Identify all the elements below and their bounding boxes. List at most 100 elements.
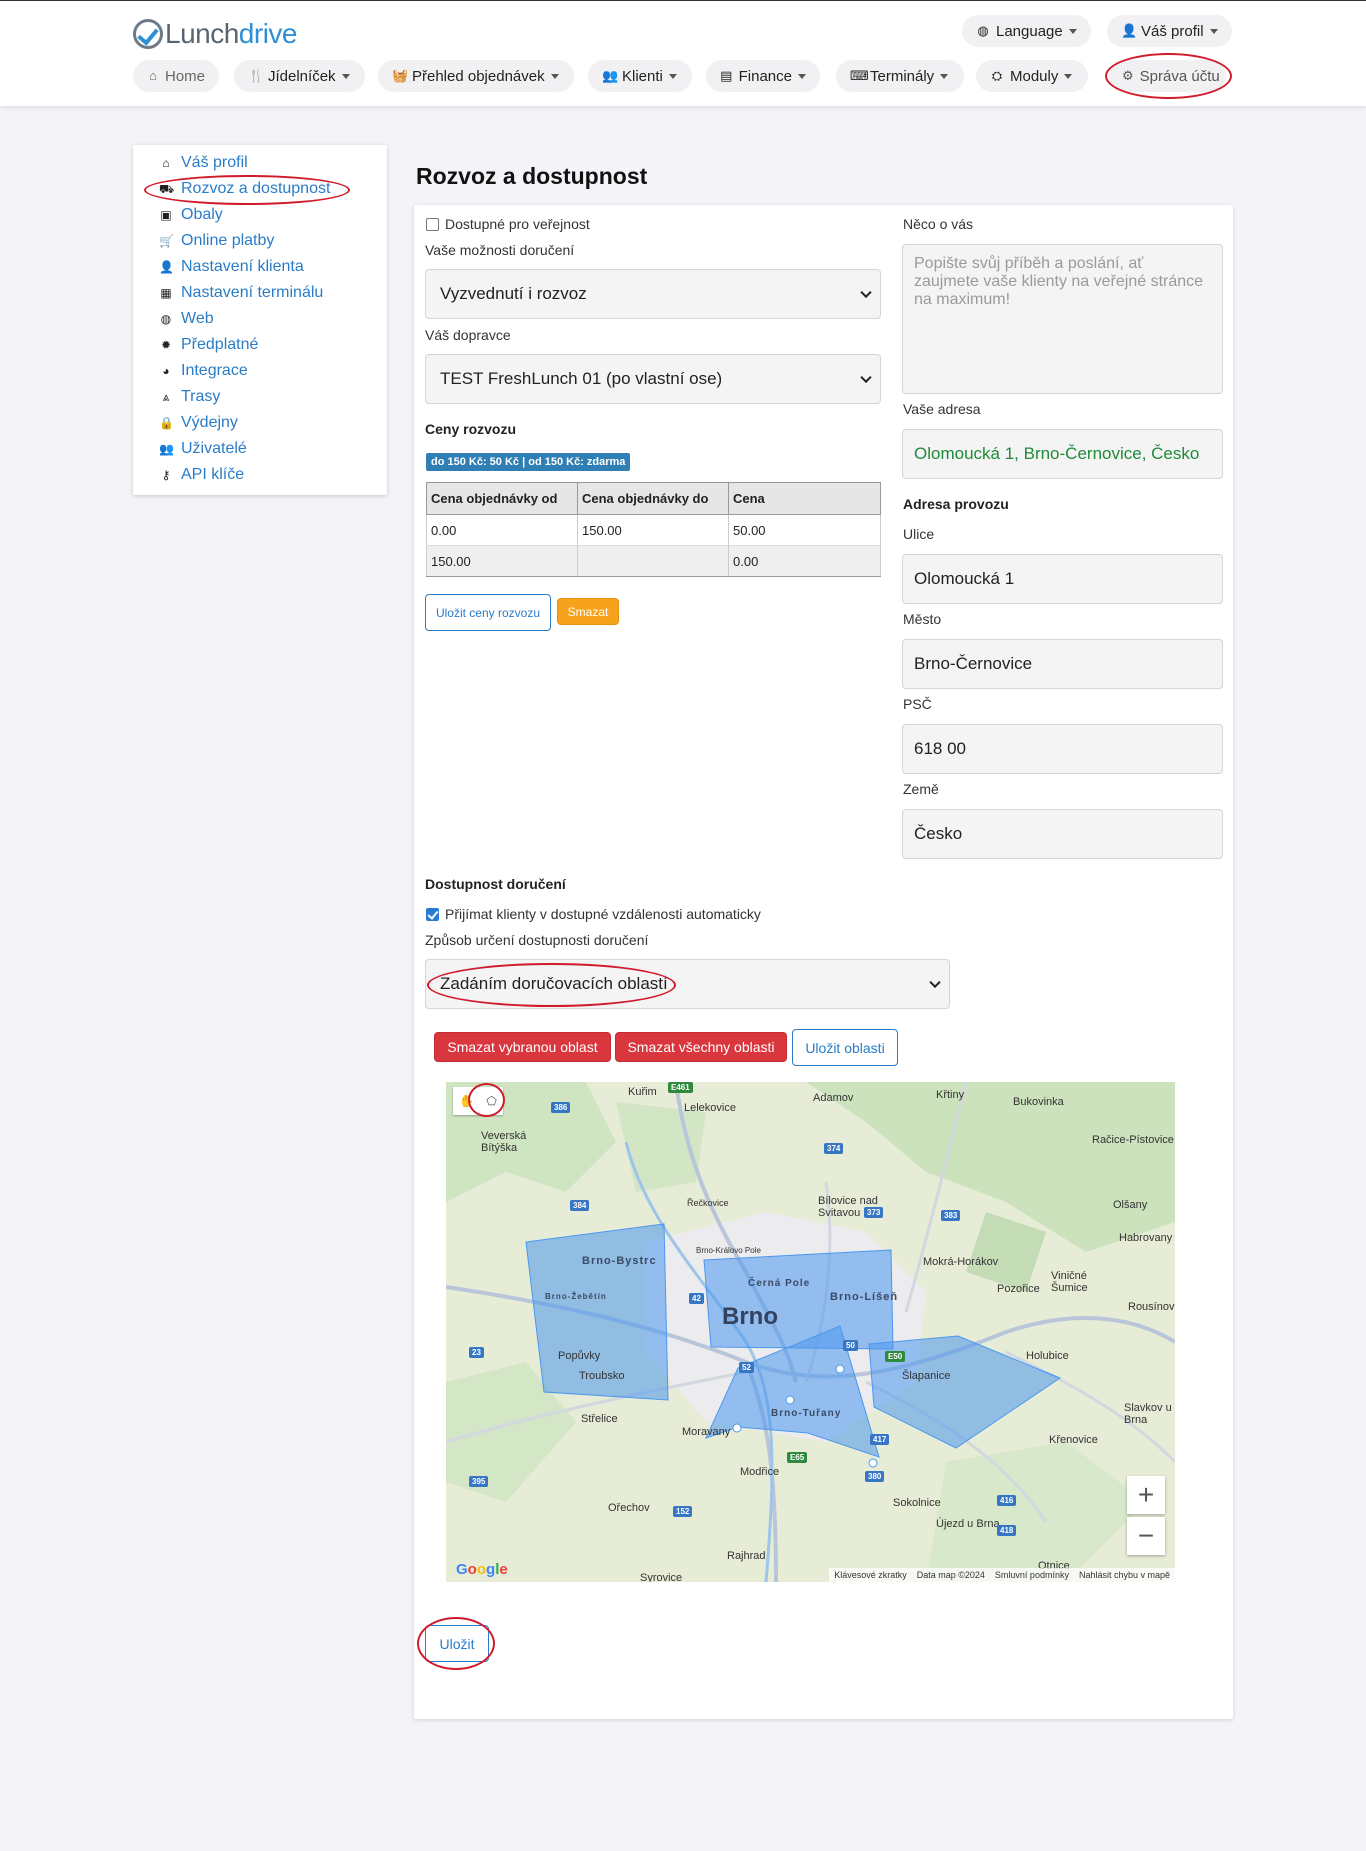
auto-accept-checkbox[interactable] — [426, 908, 439, 921]
save-button[interactable]: Uložit — [425, 1625, 489, 1662]
zip-input[interactable]: 618 00 — [902, 724, 1223, 774]
keyboard-shortcuts-link[interactable]: Klávesové zkratky — [834, 1570, 907, 1580]
nav-modules[interactable]: ⛭ Moduly — [976, 60, 1088, 92]
table-cell[interactable]: 50.00 — [728, 514, 881, 546]
table-row[interactable]: 0.00 150.00 50.00 — [426, 514, 881, 546]
sidebar-item-web[interactable]: ◍ Web — [159, 309, 214, 329]
sidebar-item-routes[interactable]: ⩓ Trasy — [159, 387, 221, 407]
sidebar-item-label: Nastavení klienta — [181, 258, 304, 275]
map-label: Brno-Líšeň — [830, 1291, 899, 1303]
delivery-options-select[interactable]: Vyzvednutí i rozvoz — [425, 269, 881, 319]
nav-finance[interactable]: ▤ Finance — [706, 60, 820, 92]
table-cell[interactable]: 0.00 — [728, 545, 881, 577]
carrier-value: TEST FreshLunch 01 (po vlastní ose) — [440, 369, 723, 388]
profile-dropdown[interactable]: 👤 Váš profil — [1107, 15, 1232, 47]
table-cell[interactable]: 0.00 — [426, 514, 578, 546]
road-sign: 416 — [997, 1495, 1017, 1506]
about-textarea[interactable]: Popište svůj příběh a poslání, ať zaujme… — [902, 244, 1223, 394]
sidebar-item-subscription[interactable]: ✹ Předplatné — [159, 335, 258, 355]
settings-sidebar: ⌂ Váš profil ⛟ Rozvoz a dostupnost ▣ Obaly … — [133, 145, 387, 495]
street-input[interactable]: Olomoucká 1 — [902, 554, 1223, 604]
sidebar-item-label: Výdejny — [181, 414, 238, 431]
gear-icon: ⚙ — [1122, 68, 1134, 83]
sidebar-item-client-settings[interactable]: 👤 Nastavení klienta — [159, 257, 304, 277]
polygon-draw-icon[interactable]: ⬠ — [486, 1094, 496, 1108]
city-input[interactable]: Brno-Černovice — [902, 639, 1223, 689]
globe-icon: ◍ — [160, 312, 172, 326]
terms-link[interactable]: Smluvní podmínky — [995, 1570, 1069, 1580]
country-input[interactable]: Česko — [902, 809, 1223, 859]
language-dropdown[interactable]: ◍ Language — [962, 15, 1091, 47]
table-cell[interactable] — [577, 545, 729, 577]
map-label: Adamov — [813, 1092, 854, 1104]
nav-terminals[interactable]: ⌨ Terminály — [836, 60, 964, 92]
cutlery-icon: 🍴 — [248, 68, 265, 83]
sidebar-item-delivery[interactable]: ⛟ Rozvoz a dostupnost — [159, 179, 330, 199]
nav-home[interactable]: ⌂ Home — [133, 60, 219, 92]
table-cell[interactable]: 150.00 — [577, 514, 729, 546]
sidebar-item-packaging[interactable]: ▣ Obaly — [159, 205, 223, 225]
zoom-out-button[interactable]: − — [1127, 1517, 1165, 1555]
save-prices-button[interactable]: Uložit ceny rozvozu — [425, 594, 551, 631]
sidebar-item-integration[interactable]: ◕ Integrace — [159, 361, 247, 381]
table-row[interactable]: 150.00 0.00 — [426, 545, 881, 577]
delete-button[interactable]: Smazat — [557, 598, 619, 625]
sidebar-item-online-payments[interactable]: 🛒 Online platby — [159, 231, 274, 251]
availability-method-select[interactable]: Zadáním doručovacích oblastí — [425, 959, 950, 1009]
road-sign: 386 — [551, 1102, 571, 1113]
map-label: Mokrá-Horákov — [923, 1256, 999, 1268]
sidebar-item-label: Obaly — [181, 206, 223, 223]
logo-text-lunch: Lunch — [165, 18, 239, 49]
nav-home-label: Home — [164, 67, 205, 85]
sidebar-item-terminal-settings[interactable]: ▦ Nastavení terminálu — [159, 283, 323, 303]
map-label: Bukovinka — [1013, 1096, 1064, 1108]
map-label: Brno-Žebětín — [545, 1292, 607, 1301]
sidebar-item-users[interactable]: 👥 Uživatelé — [159, 439, 247, 459]
users-icon: 👥 — [602, 68, 619, 83]
table-cell[interactable]: 150.00 — [426, 545, 578, 577]
basket-icon: 🧺 — [392, 68, 409, 83]
keyboard-icon: ⌨ — [850, 68, 869, 83]
availability-method-value: Zadáním doručovacích oblastí — [440, 974, 668, 993]
report-error-link[interactable]: Nahlásit chybu v mapě — [1079, 1570, 1170, 1580]
public-checkbox[interactable] — [426, 218, 439, 231]
logo-check-icon — [133, 19, 163, 49]
page-title: Rozvoz a dostupnost — [416, 163, 648, 189]
user-icon: 👤 — [1121, 23, 1138, 38]
sidebar-item-label: API klíče — [181, 466, 245, 483]
delete-selected-area-button[interactable]: Smazat vybranou oblast — [434, 1032, 611, 1062]
nav-account-settings[interactable]: ⚙ Správa účtu — [1108, 60, 1226, 92]
nav-clients-label: Klienti — [622, 67, 663, 85]
map-label: Rousínov — [1128, 1301, 1175, 1313]
road-sign: 417 — [870, 1434, 890, 1445]
hand-pan-icon[interactable]: ✋ — [459, 1094, 474, 1108]
delete-all-areas-button[interactable]: Smazat všechny oblasti — [615, 1032, 787, 1062]
address-input[interactable]: Olomoucká 1, Brno-Černovice, Česko — [902, 429, 1223, 479]
map-label: Rajhrad — [727, 1550, 766, 1562]
road-sign: 395 — [469, 1476, 489, 1487]
chevron-down-icon — [1209, 28, 1218, 34]
map-label: Lelekovice — [684, 1102, 736, 1114]
nav-orders[interactable]: 🧺 Přehled objednávek — [378, 60, 574, 92]
map-label: Moravany — [682, 1426, 731, 1438]
country-label: Země — [903, 781, 939, 797]
save-areas-button[interactable]: Uložit oblasti — [792, 1029, 898, 1066]
auto-accept-label: Přijímat klienty v dostupné vzdálenosti … — [445, 906, 761, 922]
map-label: Popůvky — [558, 1350, 601, 1362]
prices-summary-badge: do 150 Kč: 50 Kč | od 150 Kč: zdarma — [426, 453, 631, 471]
delivery-area-map[interactable]: ✋ ⬠ Kuřim Lelekovice Adamov Křtiny Bukov… — [446, 1082, 1175, 1582]
availability-heading: Dostupnost doručení — [425, 876, 566, 892]
carrier-select[interactable]: TEST FreshLunch 01 (po vlastní ose) — [425, 354, 881, 404]
sidebar-item-api-keys[interactable]: ⚷ API klíče — [159, 465, 245, 485]
nav-menu[interactable]: 🍴 Jídelníček — [234, 60, 365, 92]
lunchdrive-logo[interactable]: Lunch drive — [133, 17, 298, 51]
sidebar-item-label: Web — [181, 310, 214, 327]
nav-clients[interactable]: 👥 Klienti — [588, 60, 692, 92]
sidebar-item-pickup-points[interactable]: 🔒 Výdejny — [159, 413, 238, 433]
map-label: Ořechov — [608, 1502, 650, 1514]
sidebar-item-profile[interactable]: ⌂ Váš profil — [159, 153, 247, 173]
public-label: Dostupné pro veřejnost — [445, 216, 590, 232]
road-sign: 42 — [689, 1293, 704, 1304]
zoom-in-button[interactable]: + — [1127, 1476, 1165, 1514]
language-label: Language — [996, 22, 1063, 40]
